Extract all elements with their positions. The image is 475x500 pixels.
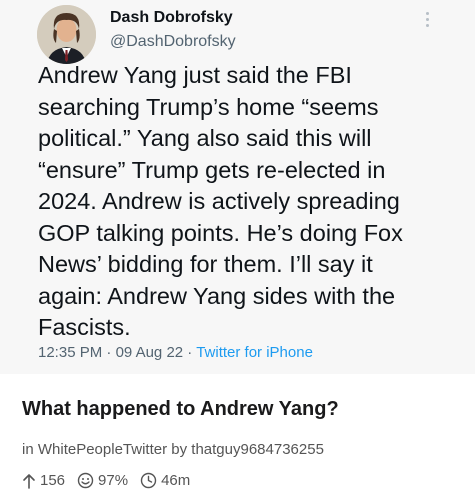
post-subline: in WhitePeopleTwitter by thatguy96847362… bbox=[22, 441, 324, 458]
subreddit-link[interactable]: WhitePeopleTwitter bbox=[38, 441, 167, 458]
author-avatar[interactable] bbox=[37, 5, 96, 64]
up-arrow-icon bbox=[23, 473, 35, 489]
clock-icon bbox=[140, 472, 157, 489]
upvote-stat[interactable]: 156 bbox=[22, 472, 65, 489]
upvote-ratio: 97% bbox=[98, 472, 129, 489]
post-age-stat: 46m bbox=[140, 472, 190, 489]
tweet-metadata: 12:35 PM · 09 Aug 22 · Twitter for iPhon… bbox=[38, 344, 313, 361]
post-age: 46m bbox=[161, 472, 191, 489]
tweet-source-link[interactable]: Twitter for iPhone bbox=[196, 344, 313, 361]
post-author-link[interactable]: thatguy9684736255 bbox=[191, 441, 324, 458]
vertical-ellipsis-icon[interactable] bbox=[420, 10, 434, 30]
tweet-time: 12:35 PM bbox=[38, 344, 103, 361]
post-stats: 156 97% 46m bbox=[22, 472, 202, 489]
author-handle[interactable]: @DashDobrofsky bbox=[110, 33, 236, 51]
tweet-text: Andrew Yang just said the FBI searching … bbox=[38, 62, 403, 340]
upvote-ratio-stat: 97% bbox=[77, 472, 128, 489]
meta-separator: · bbox=[102, 344, 116, 361]
post-title[interactable]: What happened to Andrew Yang? bbox=[22, 398, 339, 421]
author-name[interactable]: Dash Dobrofsky bbox=[110, 9, 233, 27]
by-label: by bbox=[171, 441, 188, 458]
tweet-card[interactable]: Dash Dobrofsky @DashDobrofsky Andrew Yan… bbox=[0, 0, 475, 374]
smiley-icon bbox=[77, 472, 94, 489]
tweet-date: 09 Aug 22 bbox=[115, 344, 184, 361]
upvote-count: 156 bbox=[40, 472, 66, 489]
meta-separator: · bbox=[183, 344, 197, 361]
in-label: in bbox=[22, 441, 34, 458]
